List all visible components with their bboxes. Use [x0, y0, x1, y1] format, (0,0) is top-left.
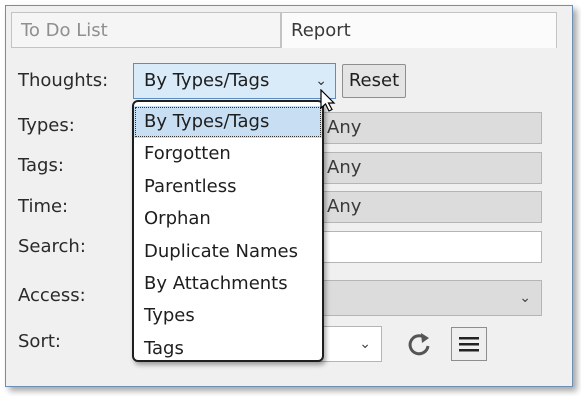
dropdown-option[interactable]: Types — [134, 300, 322, 332]
sort-select[interactable]: ⌄ — [318, 326, 382, 362]
report-panel: To Do List Report Thoughts: By Types/Tag… — [5, 5, 573, 387]
access-label: Access: — [18, 285, 86, 306]
sort-label: Sort: — [18, 331, 61, 352]
search-input[interactable] — [318, 231, 542, 263]
time-label: Time: — [18, 196, 69, 217]
hamburger-menu-icon — [459, 337, 479, 352]
tags-field[interactable]: Any — [318, 152, 542, 184]
dropdown-option[interactable]: Orphan — [134, 203, 322, 235]
reset-button[interactable]: Reset — [342, 64, 406, 98]
time-field[interactable]: Any — [318, 191, 542, 223]
access-select[interactable]: ⌄ — [318, 280, 542, 316]
types-label: Types: — [18, 115, 75, 136]
tab-strip: To Do List Report — [11, 12, 559, 50]
mouse-pointer-icon — [320, 89, 336, 112]
tab-to-do-list[interactable]: To Do List — [11, 12, 281, 48]
menu-button[interactable] — [451, 327, 487, 361]
thoughts-dropdown-list: By Types/Tags Forgotten Parentless Orpha… — [132, 100, 324, 362]
types-field[interactable]: Any — [318, 112, 542, 144]
dropdown-option[interactable]: By Attachments — [134, 268, 322, 300]
thoughts-combobox-value: By Types/Tags — [144, 70, 270, 91]
thoughts-label: Thoughts: — [18, 70, 109, 91]
dropdown-option[interactable]: Duplicate Names — [134, 236, 322, 268]
refresh-icon[interactable] — [404, 327, 434, 361]
chevron-down-icon: ⌄ — [359, 336, 371, 352]
dropdown-option[interactable]: Forgotten — [134, 138, 322, 170]
thoughts-combobox[interactable]: By Types/Tags ⌄ — [133, 63, 336, 99]
tab-report[interactable]: Report — [281, 12, 557, 48]
search-label: Search: — [18, 236, 86, 257]
tags-label: Tags: — [18, 155, 64, 176]
dropdown-option[interactable]: Parentless — [134, 171, 322, 203]
dropdown-option[interactable]: By Types/Tags — [134, 106, 322, 139]
chevron-down-icon: ⌄ — [519, 290, 531, 306]
dropdown-option[interactable]: Tags — [134, 333, 322, 365]
